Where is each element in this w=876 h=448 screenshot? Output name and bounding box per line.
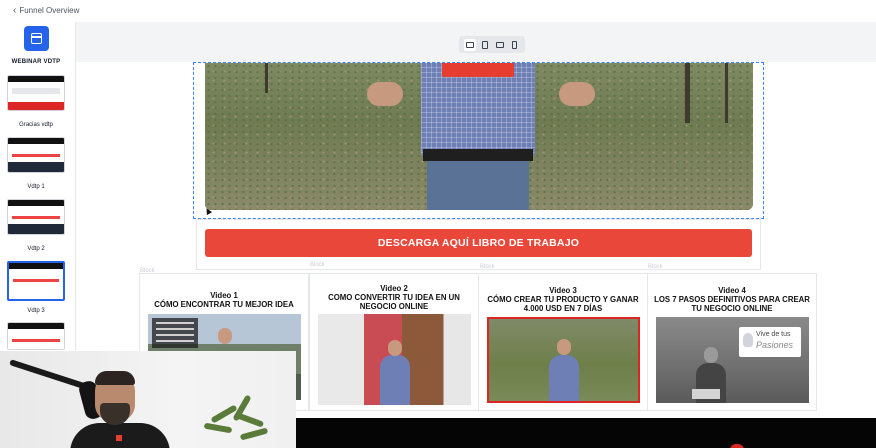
video-number: Video 2 — [380, 284, 408, 293]
column-tag: Block — [310, 262, 325, 268]
step-thumbnail-next[interactable] — [7, 322, 65, 350]
plant — [200, 394, 270, 448]
step-thumbnail-vdtp2[interactable] — [7, 199, 65, 235]
brand-logo: Vive de tus Pasiones — [739, 327, 801, 357]
page-builder: ‹ Funnel Overview WEBINAR VDTP Gracias v… — [0, 0, 876, 448]
footer-section — [296, 418, 876, 448]
column-tag: Block — [648, 264, 663, 270]
video-title: CÓMO CREAR TU PRODUCTO Y GANAR 4.000 USD… — [487, 295, 639, 313]
step-thumbnail-gracias[interactable] — [7, 75, 65, 111]
tablet-icon[interactable] — [479, 39, 491, 51]
webcam-overlay — [0, 351, 296, 448]
step-label[interactable]: Vdtp 1 — [0, 184, 72, 190]
download-workbook-button[interactable]: DESCARGA AQUÍ LIBRO DE TRABAJO — [205, 229, 752, 257]
video-thumbnail[interactable]: Vive de tus Pasiones — [656, 317, 809, 403]
desktop-icon[interactable] — [463, 38, 476, 51]
chevron-left-icon: ‹ — [13, 4, 17, 16]
step-label[interactable]: Vdtp 3 — [0, 308, 72, 314]
tablet-landscape-icon[interactable] — [494, 39, 506, 51]
funnel-name: WEBINAR VDTP — [11, 59, 61, 65]
step-label[interactable]: Vdtp 2 — [0, 246, 72, 252]
video-title: COMO CONVERTIR TU IDEA EN UN NEGOCIO ONL… — [328, 293, 460, 311]
add-step-button[interactable] — [24, 26, 49, 51]
top-bar: ‹ Funnel Overview — [0, 0, 876, 22]
cta-block: DESCARGA AQUÍ LIBRO DE TRABAJO — [196, 219, 761, 270]
video-thumbnail[interactable] — [318, 314, 471, 405]
presenter-figure — [421, 63, 535, 210]
mobile-icon[interactable] — [509, 39, 521, 51]
laptop-icon — [692, 389, 720, 399]
column-tag: Block — [480, 264, 495, 270]
video-number: Video 4 — [718, 286, 746, 295]
video-card-4[interactable]: Video 4 LOS 7 PASOS DEFINITIVOS PARA CRE… — [647, 273, 817, 411]
video-title: CÓMO ENCONTRAR TU MEJOR IDEA — [154, 300, 294, 309]
video-title: LOS 7 PASOS DEFINITIVOS PARA CREAR TU NE… — [654, 295, 810, 313]
video-thumbnail[interactable] — [487, 317, 640, 403]
selected-video-block[interactable] — [193, 62, 764, 219]
flame-icon — [743, 333, 753, 347]
video-card-2[interactable]: Video 2 COMO CONVERTIR TU IDEA EN UN NEG… — [309, 273, 479, 411]
video-player[interactable] — [205, 63, 753, 210]
step-thumbnail-vdtp1[interactable] — [7, 137, 65, 173]
step-label[interactable]: Gracias vdtp — [0, 122, 72, 128]
calendar-icon — [31, 33, 42, 44]
step-thumbnail-vdtp3[interactable] — [7, 261, 65, 301]
video-number: Video 3 — [549, 286, 577, 295]
device-switcher — [459, 36, 525, 53]
video-number: Video 1 — [210, 291, 238, 300]
back-to-funnel-link[interactable]: ‹ Funnel Overview — [13, 4, 80, 16]
video-overlay-button[interactable] — [442, 63, 514, 77]
back-link-label: Funnel Overview — [19, 6, 80, 15]
video-card-3[interactable]: Video 3 CÓMO CREAR TU PRODUCTO Y GANAR 4… — [478, 273, 648, 411]
